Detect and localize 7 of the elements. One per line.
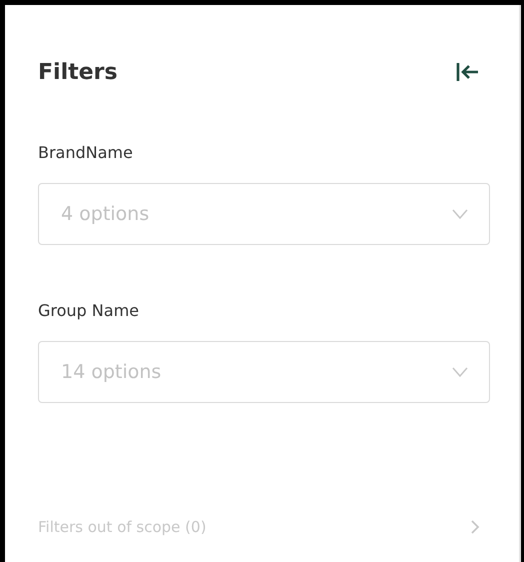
filter-label: BrandName	[38, 142, 133, 164]
chevron-down-icon	[452, 367, 468, 377]
select-dropdown[interactable]: 14 options	[38, 341, 490, 403]
panel-title: Filters	[38, 58, 118, 86]
select-dropdown[interactable]: 4 options	[38, 183, 490, 245]
chevron-down-icon	[452, 209, 468, 219]
filter-label: Group Name	[38, 300, 139, 322]
